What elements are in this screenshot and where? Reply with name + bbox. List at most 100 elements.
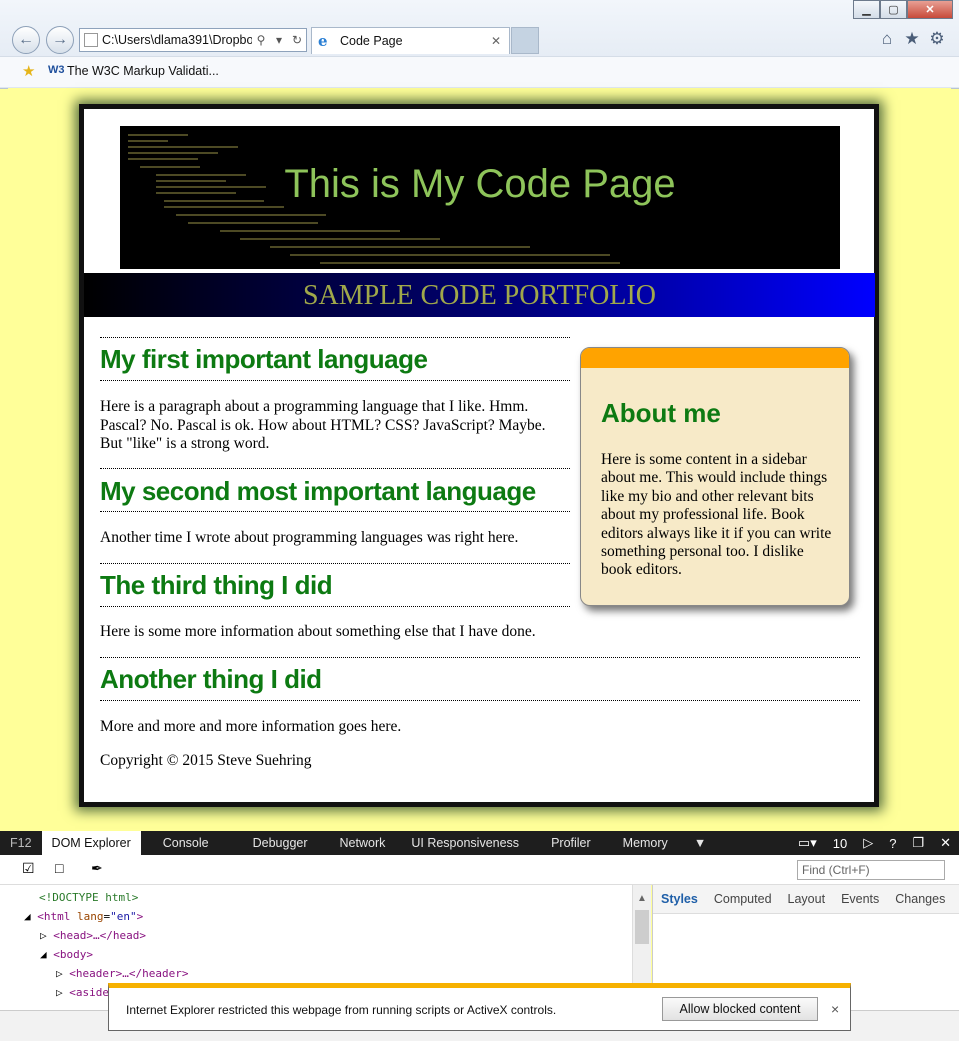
code-line [240, 238, 440, 240]
close-devtools-icon[interactable]: ✕ [940, 835, 951, 851]
tab-layout[interactable]: Layout [780, 892, 834, 906]
section-text-3: Here is some more information about some… [100, 623, 536, 640]
divider [100, 657, 860, 658]
close-notification-icon[interactable]: × [831, 1001, 839, 1017]
section-text-1: Here is a paragraph about a programming … [100, 398, 546, 452]
add-favorite-icon[interactable]: ★ [22, 62, 35, 80]
emulation-icon[interactable]: ▭▾ [798, 835, 817, 851]
dom-node-html[interactable]: ◢ <html lang="en"> [24, 910, 143, 923]
code-line [128, 158, 198, 160]
scroll-thumb[interactable] [635, 910, 649, 944]
dropdown-icon[interactable]: ▾ [270, 33, 288, 47]
find-input[interactable]: Find (Ctrl+F) [797, 860, 945, 880]
console-toggle-icon[interactable]: ▷ [863, 835, 873, 851]
section-heading-4: Another thing I did [100, 664, 570, 695]
aside-tag: <aside [69, 986, 109, 999]
collapse-icon[interactable]: ◢ [24, 910, 31, 923]
w3c-icon: W3 [48, 64, 65, 76]
html-tag: <html [37, 910, 71, 923]
tab-computed[interactable]: Computed [706, 892, 780, 906]
expand-icon[interactable]: ▷ [56, 986, 63, 999]
tab-events[interactable]: Events [833, 892, 887, 906]
dom-node-body[interactable]: ◢ <body> [40, 948, 93, 961]
refresh-icon[interactable]: ↻ [288, 33, 306, 47]
code-line [128, 134, 188, 136]
code-line [128, 140, 168, 142]
section-heading: The third thing I did [100, 570, 333, 600]
ie-logo-icon: e [318, 32, 328, 50]
select-element-icon[interactable]: ☑ [22, 860, 35, 877]
tab-network[interactable]: Network [330, 831, 396, 855]
page-icon [84, 33, 98, 47]
section-heading: My second most important language [100, 476, 536, 506]
devtools-tabbar: F12 DOM Explorer Console Debugger Networ… [0, 831, 959, 855]
header-tag: <header>…</header> [69, 967, 189, 980]
tab-title: Code Page [340, 34, 403, 48]
emulation-value[interactable]: 10 [833, 836, 847, 851]
more-tabs-icon[interactable]: ▼ [684, 831, 716, 855]
dom-node-head[interactable]: ▷ <head>…</head> [40, 929, 146, 942]
back-arrow-icon[interactable]: ← [12, 26, 40, 54]
expand-icon[interactable]: ▷ [40, 929, 47, 942]
favorite-link[interactable]: The W3C Markup Validati... [67, 64, 219, 78]
scroll-up-icon[interactable]: ▲ [633, 893, 651, 904]
new-tab-button[interactable] [511, 27, 539, 54]
tab-dom-explorer[interactable]: DOM Explorer [41, 831, 141, 855]
section-text-4: More and more and more information goes … [100, 718, 402, 735]
forward-arrow-icon[interactable]: → [46, 26, 74, 54]
color-picker-icon[interactable]: ✒ [91, 860, 103, 877]
html-attr-value: "en" [110, 910, 137, 923]
divider [100, 337, 570, 338]
notification-message: Internet Explorer restricted this webpag… [126, 1003, 557, 1017]
page-title: This is My Code Page [284, 162, 676, 206]
tab-ui-responsiveness[interactable]: UI Responsiveness [395, 831, 535, 855]
divider [100, 380, 570, 381]
window-controls: ▁ ▢ ✕ [853, 0, 953, 20]
home-icon[interactable]: ⌂ [876, 28, 898, 50]
dom-node-aside[interactable]: ▷ <aside [56, 986, 109, 999]
address-text[interactable]: C:\Users\dlama391\Dropbox [102, 33, 252, 47]
highlight-icon[interactable]: □ [55, 860, 63, 876]
browser-tab[interactable]: e Code Page ✕ [311, 27, 510, 54]
code-line [128, 146, 238, 148]
section-heading-1: My first important language [100, 344, 570, 375]
expand-icon[interactable]: ▷ [56, 967, 63, 980]
search-icon[interactable]: ⚲ [252, 33, 270, 47]
tab-styles[interactable]: Styles [653, 892, 706, 906]
allow-blocked-content-button[interactable]: Allow blocked content [662, 997, 818, 1021]
address-bar[interactable]: C:\Users\dlama391\Dropbox ⚲ ▾ ↻ [79, 28, 307, 52]
tab-memory[interactable]: Memory [607, 831, 684, 855]
dom-node-header[interactable]: ▷ <header>…</header> [56, 967, 188, 980]
divider [100, 606, 570, 607]
sidebar-text: Here is some content in a sidebar about … [601, 451, 832, 579]
favorites-bar: ★ W3 The W3C Markup Validati... [0, 56, 959, 87]
collapse-icon[interactable]: ◢ [40, 948, 47, 961]
code-line [270, 246, 530, 248]
close-tab-icon[interactable]: ✕ [491, 34, 509, 48]
help-icon[interactable]: ? [889, 836, 896, 851]
close-button[interactable]: ✕ [907, 0, 953, 19]
sidebar-heading: About me [601, 398, 721, 428]
subtitle: SAMPLE CODE PORTFOLIO [302, 280, 657, 311]
tab-console[interactable]: Console [141, 831, 231, 855]
devtools-f12-label: F12 [10, 836, 32, 850]
code-line [128, 152, 218, 154]
tab-changes[interactable]: Changes [887, 892, 953, 906]
subtitle-bar: SAMPLE CODE PORTFOLIO [84, 273, 875, 317]
code-line [290, 254, 610, 256]
undock-icon[interactable]: ❐ [912, 835, 924, 851]
dom-node-doctype[interactable]: <!DOCTYPE html> [39, 891, 138, 904]
tab-profiler[interactable]: Profiler [535, 831, 607, 855]
maximize-button[interactable]: ▢ [880, 0, 907, 19]
divider [100, 700, 860, 701]
section-heading: My first important language [100, 344, 428, 374]
star-icon[interactable]: ★ [901, 28, 923, 50]
html-attr: lang [77, 910, 104, 923]
gear-icon[interactable]: ⚙ [926, 28, 948, 50]
minimize-button[interactable]: ▁ [853, 0, 880, 19]
divider [100, 563, 570, 564]
sidebar-about-me: About me Here is some content in a sideb… [580, 347, 850, 606]
tab-debugger[interactable]: Debugger [231, 831, 330, 855]
section-text-2: Another time I wrote about programming l… [100, 529, 519, 546]
browser-chrome: ▁ ▢ ✕ ← → C:\Users\dlama391\Dropbox ⚲ ▾ … [0, 0, 959, 89]
